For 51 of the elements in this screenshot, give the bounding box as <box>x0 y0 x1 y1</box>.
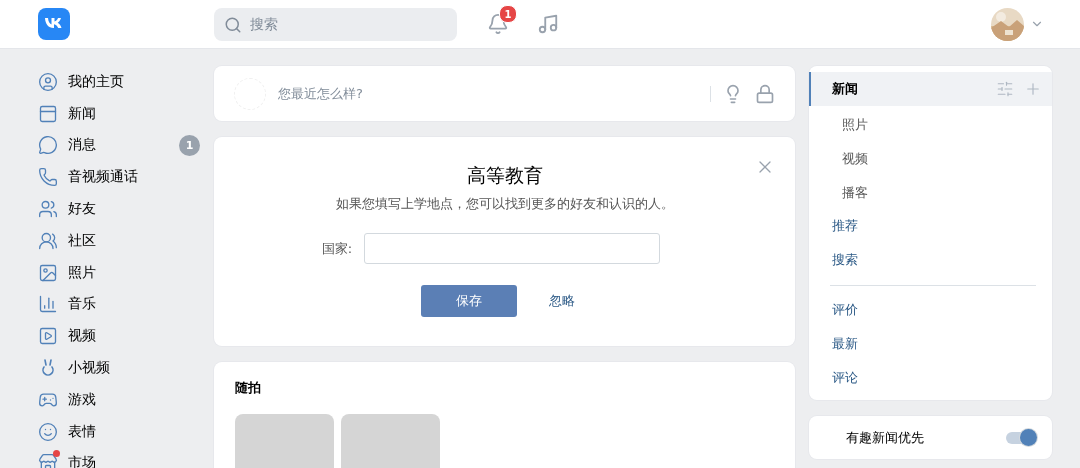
smile-icon <box>38 421 58 442</box>
search-field[interactable]: 搜索 <box>214 7 457 41</box>
card-subtitle: 如果您填写上学地点，您可以找到更多的好友和认识的人。 <box>335 195 674 213</box>
menu-item[interactable]: 播客 <box>809 175 1052 210</box>
sidebar-item[interactable]: 小视频 <box>38 352 200 384</box>
window-icon <box>38 103 58 124</box>
menu-item[interactable]: 推荐 <box>809 209 1052 243</box>
card-title: 随拍 <box>235 379 262 397</box>
sidebar-item[interactable]: 音视频通话 <box>38 161 200 194</box>
logo-icon[interactable] <box>38 8 70 40</box>
sidebar-item[interactable]: 游戏 <box>38 383 200 416</box>
sidebar-item[interactable]: 表情 <box>38 415 200 448</box>
sidebar-item[interactable]: 消息 1 <box>38 129 200 162</box>
menu-item[interactable]: 评价 <box>809 293 1052 328</box>
menu-item[interactable]: 评论 <box>809 360 1052 395</box>
menu-item[interactable]: 最新 <box>809 327 1052 361</box>
group-icon <box>38 230 58 251</box>
sidebar-item[interactable]: 我的主页 <box>38 66 200 98</box>
sidebar-item[interactable]: 社区 <box>38 225 200 257</box>
play-square-icon <box>38 326 58 347</box>
sidebar-item[interactable]: 好友 <box>38 193 200 225</box>
bar-chart-icon <box>38 294 58 315</box>
sidebar-item[interactable]: 视频 <box>38 320 200 353</box>
menu-item[interactable]: 照片 <box>809 108 1052 143</box>
music-note-icon <box>537 13 559 35</box>
ignore-link[interactable]: 忽略 <box>549 292 575 310</box>
chat-bubble-icon <box>38 135 58 156</box>
lock-icon[interactable] <box>755 83 775 104</box>
store-icon <box>38 453 58 468</box>
menu-item[interactable]: 视频 <box>809 142 1052 176</box>
menu-item[interactable]: 搜索 <box>809 242 1052 277</box>
sidebar-item[interactable]: 照片 <box>38 256 200 289</box>
image-icon <box>38 262 58 283</box>
field-label: 国家: <box>321 239 353 258</box>
sidebar-item[interactable]: 音乐 <box>38 288 200 321</box>
save-button[interactable]: 保存 <box>421 285 517 317</box>
search-icon <box>224 15 242 34</box>
sidebar-item[interactable]: 新闻 <box>38 97 200 130</box>
notification-count: 1 <box>499 5 517 23</box>
people-icon <box>38 199 58 220</box>
sliders-icon[interactable] <box>996 79 1014 98</box>
user-circle-icon <box>38 71 58 92</box>
toggle-switch[interactable] <box>1006 431 1036 444</box>
count-badge: 1 <box>179 135 200 156</box>
composer-placeholder: 您最近怎么样? <box>278 84 364 103</box>
post-composer[interactable]: 您最近怎么样? <box>214 66 795 121</box>
phone-icon <box>38 167 58 188</box>
country-field[interactable] <box>364 233 661 264</box>
setting-label: 有趣新闻优先 <box>846 428 924 447</box>
card-title: 高等教育 <box>466 163 543 188</box>
menu-item[interactable]: 新闻 <box>809 72 1052 106</box>
